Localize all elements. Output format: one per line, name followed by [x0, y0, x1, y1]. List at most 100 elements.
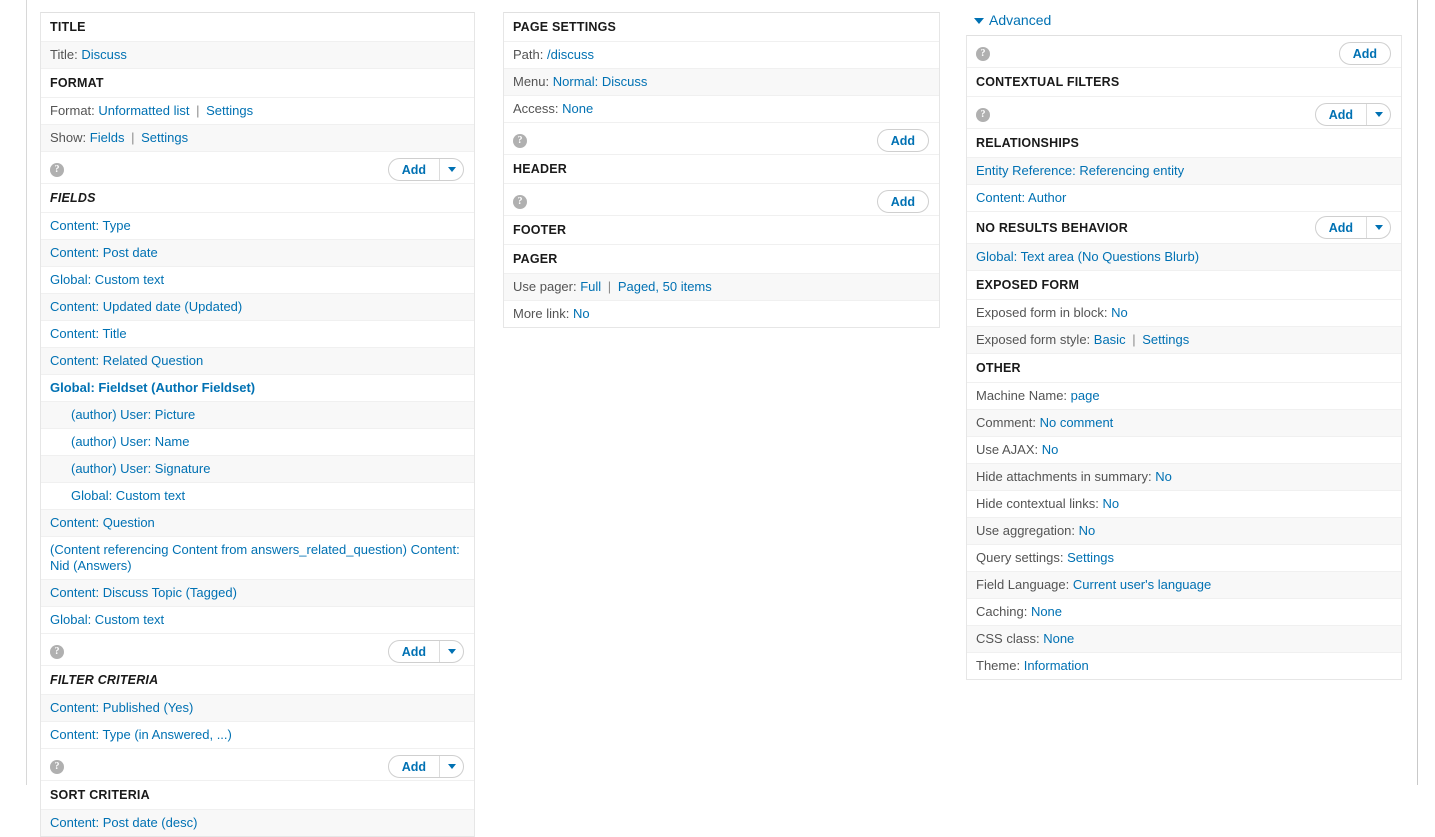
field-item-global-custom-text-1[interactable]: Global: Custom text: [41, 266, 474, 293]
help-icon[interactable]: ?: [50, 644, 64, 659]
row-hide-contextual-links: Hide contextual links: No: [967, 490, 1401, 517]
exposed-form-in-block-value[interactable]: No: [1111, 305, 1128, 320]
sort-item-label[interactable]: Content: Post date (desc): [50, 815, 197, 830]
use-aggregation-value[interactable]: No: [1079, 523, 1096, 538]
field-item-content-nid-answers[interactable]: (Content referencing Content from answer…: [41, 536, 474, 579]
field-language-value[interactable]: Current user's language: [1073, 577, 1211, 592]
field-item-label[interactable]: Global: Custom text: [50, 272, 164, 287]
relationship-item-content-author[interactable]: Content: Author: [967, 184, 1401, 211]
field-item-label[interactable]: Content: Question: [50, 515, 155, 530]
format-settings-link[interactable]: Settings: [206, 103, 253, 118]
add-sort-label: Add: [401, 759, 426, 774]
add-sort-button[interactable]: Add: [387, 755, 464, 778]
field-item-label[interactable]: Content: Post date: [50, 245, 158, 260]
hide-contextual-links-value[interactable]: No: [1102, 496, 1119, 511]
field-item-content-related-question[interactable]: Content: Related Question: [41, 347, 474, 374]
field-item-content-title[interactable]: Content: Title: [41, 320, 474, 347]
field-item-author-user-name[interactable]: (author) User: Name: [41, 428, 474, 455]
use-ajax-value[interactable]: No: [1042, 442, 1059, 457]
use-pager-detail-link[interactable]: Paged, 50 items: [618, 279, 712, 294]
exposed-form-style-value[interactable]: Basic: [1094, 332, 1126, 347]
row-path: Path: /discuss: [504, 41, 939, 68]
chevron-down-icon: [974, 17, 984, 24]
relationship-item-label[interactable]: Content: Author: [976, 190, 1066, 205]
add-contextual-filter-button[interactable]: Add: [1338, 42, 1391, 65]
field-item-label[interactable]: Content: Type: [50, 218, 131, 233]
add-footer-button[interactable]: Add: [876, 190, 929, 213]
show-value-link[interactable]: Fields: [90, 130, 125, 145]
field-item-author-user-signature[interactable]: (author) User: Signature: [41, 455, 474, 482]
help-icon[interactable]: ?: [50, 759, 64, 774]
field-item-label[interactable]: (author) User: Picture: [71, 407, 195, 422]
add-header-button[interactable]: Add: [876, 129, 929, 152]
help-icon[interactable]: ?: [513, 194, 527, 209]
advanced-toggle[interactable]: Advanced: [966, 12, 1402, 35]
field-item-content-discuss-topic[interactable]: Content: Discuss Topic (Tagged): [41, 579, 474, 606]
machine-name-value[interactable]: page: [1071, 388, 1100, 403]
row-use-ajax: Use AJAX: No: [967, 436, 1401, 463]
add-sort-dropdown-arrow[interactable]: [439, 756, 463, 777]
query-settings-value[interactable]: Settings: [1067, 550, 1114, 565]
field-item-label[interactable]: Content: Updated date (Updated): [50, 299, 242, 314]
theme-value[interactable]: Information: [1024, 658, 1089, 673]
no-results-item-global-text-area[interactable]: Global: Text area (No Questions Blurb): [967, 243, 1401, 270]
add-filter-button[interactable]: Add: [387, 640, 464, 663]
filter-item-label[interactable]: Content: Published (Yes): [50, 700, 193, 715]
field-item-label[interactable]: Content: Discuss Topic (Tagged): [50, 585, 237, 600]
field-item-global-custom-text-2[interactable]: Global: Custom text: [41, 606, 474, 633]
exposed-form-style-settings[interactable]: Settings: [1142, 332, 1189, 347]
help-icon[interactable]: ?: [513, 133, 527, 148]
css-class-value[interactable]: None: [1043, 631, 1074, 646]
field-item-content-type[interactable]: Content: Type: [41, 212, 474, 239]
header-action-bar: ? Add: [504, 122, 939, 154]
help-icon[interactable]: ?: [976, 107, 990, 122]
help-icon[interactable]: ?: [976, 46, 990, 61]
filter-item-content-published[interactable]: Content: Published (Yes): [41, 694, 474, 721]
title-value-link[interactable]: Discuss: [81, 47, 127, 62]
field-item-content-post-date[interactable]: Content: Post date: [41, 239, 474, 266]
help-icon[interactable]: ?: [50, 162, 64, 177]
sort-item-content-post-date[interactable]: Content: Post date (desc): [41, 809, 474, 836]
middle-panel: PAGE SETTINGS Path: /discuss Menu: Norma…: [503, 12, 940, 328]
add-relationship-dropdown-arrow[interactable]: [1366, 104, 1390, 125]
field-item-author-user-picture[interactable]: (author) User: Picture: [41, 401, 474, 428]
path-value-link[interactable]: /discuss: [547, 47, 594, 62]
exposed-form-style-separator: |: [1132, 332, 1136, 347]
add-relationship-button[interactable]: Add: [1314, 103, 1391, 126]
no-results-item-label[interactable]: Global: Text area (No Questions Blurb): [976, 249, 1199, 264]
add-field-dropdown-arrow[interactable]: [439, 159, 463, 180]
add-filter-dropdown-arrow[interactable]: [439, 641, 463, 662]
field-item-label[interactable]: (author) User: Name: [71, 434, 189, 449]
relationship-item-entity-reference[interactable]: Entity Reference: Referencing entity: [967, 157, 1401, 184]
more-link-value-link[interactable]: No: [573, 306, 590, 321]
add-no-results-dropdown-arrow[interactable]: [1366, 217, 1390, 238]
row-exposed-form-in-block: Exposed form in block: No: [967, 299, 1401, 326]
comment-value[interactable]: No comment: [1040, 415, 1114, 430]
more-link-label: More link:: [513, 306, 570, 321]
filter-item-label[interactable]: Content: Type (in Answered, ...): [50, 727, 232, 742]
field-item-global-fieldset-author[interactable]: Global: Fieldset (Author Fieldset): [41, 374, 474, 401]
caching-value[interactable]: None: [1031, 604, 1062, 619]
add-no-results-button[interactable]: Add: [1314, 216, 1391, 239]
field-item-label[interactable]: Content: Related Question: [50, 353, 203, 368]
field-item-label[interactable]: Global: Fieldset (Author Fieldset): [50, 380, 255, 395]
field-item-label[interactable]: Content: Title: [50, 326, 127, 341]
column-left: TITLE Title: Discuss FORMAT Format: Unfo…: [40, 12, 475, 837]
field-item-label[interactable]: Global: Custom text: [71, 488, 185, 503]
field-item-global-custom-text-nested[interactable]: Global: Custom text: [41, 482, 474, 509]
field-item-label[interactable]: (Content referencing Content from answer…: [50, 542, 460, 573]
show-settings-link[interactable]: Settings: [141, 130, 188, 145]
relationship-item-label[interactable]: Entity Reference: Referencing entity: [976, 163, 1184, 178]
section-heading-relationships: RELATIONSHIPS: [967, 128, 1401, 157]
menu-value-link[interactable]: Normal: Discuss: [553, 74, 648, 89]
use-pager-value-link[interactable]: Full: [580, 279, 601, 294]
filter-item-content-type[interactable]: Content: Type (in Answered, ...): [41, 721, 474, 748]
field-item-label[interactable]: (author) User: Signature: [71, 461, 210, 476]
format-value-link[interactable]: Unformatted list: [98, 103, 189, 118]
access-value-link[interactable]: None: [562, 101, 593, 116]
field-item-content-question[interactable]: Content: Question: [41, 509, 474, 536]
field-item-label[interactable]: Global: Custom text: [50, 612, 164, 627]
hide-attachments-value[interactable]: No: [1155, 469, 1172, 484]
field-item-content-updated-date[interactable]: Content: Updated date (Updated): [41, 293, 474, 320]
add-field-button[interactable]: Add: [387, 158, 464, 181]
